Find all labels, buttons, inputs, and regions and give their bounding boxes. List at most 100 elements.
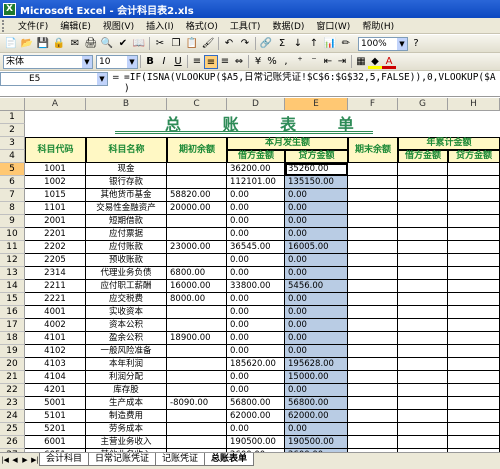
borders-icon[interactable]: ▦ bbox=[354, 55, 368, 69]
cell-opening[interactable] bbox=[167, 358, 227, 371]
cell-name[interactable]: 银行存款 bbox=[86, 176, 167, 189]
cell-opening[interactable] bbox=[167, 215, 227, 228]
cell-ytd-credit[interactable] bbox=[448, 306, 500, 319]
bold-button[interactable]: B bbox=[143, 55, 157, 69]
row-header[interactable]: 6 bbox=[0, 176, 25, 189]
row-header[interactable]: 2 bbox=[0, 124, 25, 137]
menu-format[interactable]: 格式(O) bbox=[180, 19, 224, 32]
cell-closing[interactable] bbox=[348, 267, 398, 280]
sheet-tab-daily-vouchers[interactable]: 日常记账凭证 bbox=[88, 453, 157, 466]
comma-icon[interactable]: , bbox=[279, 55, 293, 69]
cell-credit[interactable]: 16005.00 bbox=[285, 241, 348, 254]
cell-debit[interactable]: 56800.00 bbox=[227, 397, 285, 410]
cell-ytd-credit[interactable] bbox=[448, 358, 500, 371]
column-header-c[interactable]: C bbox=[167, 98, 227, 111]
cell-code[interactable]: 5001 bbox=[25, 397, 86, 410]
copy-icon[interactable]: ❐ bbox=[169, 37, 183, 51]
redo-icon[interactable]: ↷ bbox=[238, 37, 252, 51]
cell-ytd-credit[interactable] bbox=[448, 423, 500, 436]
cell-debit[interactable]: 36200.00 bbox=[227, 163, 285, 176]
cell-ytd-debit[interactable] bbox=[398, 189, 448, 202]
cell-debit[interactable]: 0.00 bbox=[227, 306, 285, 319]
align-left-icon[interactable]: ≡ bbox=[190, 55, 204, 69]
cell-debit[interactable]: 62000.00 bbox=[227, 410, 285, 423]
cell-opening[interactable] bbox=[167, 228, 227, 241]
cell-debit[interactable]: 36545.00 bbox=[227, 241, 285, 254]
cell-name[interactable]: 交易性金融资产 bbox=[86, 202, 167, 215]
paste-icon[interactable]: 📋 bbox=[185, 37, 199, 51]
row-header[interactable]: 8 bbox=[0, 202, 25, 215]
cell-opening[interactable] bbox=[167, 384, 227, 397]
cell-closing[interactable] bbox=[348, 436, 398, 449]
cell-closing[interactable] bbox=[348, 319, 398, 332]
cell-ytd-debit[interactable] bbox=[398, 254, 448, 267]
cell-opening[interactable] bbox=[167, 436, 227, 449]
cell-name[interactable]: 短期借款 bbox=[86, 215, 167, 228]
cell-ytd-credit[interactable] bbox=[448, 332, 500, 345]
cell-closing[interactable] bbox=[348, 410, 398, 423]
cell-code[interactable]: 2221 bbox=[25, 293, 86, 306]
cell-ytd-credit[interactable] bbox=[448, 410, 500, 423]
cell-ytd-debit[interactable] bbox=[398, 293, 448, 306]
cell-name[interactable]: 生产成本 bbox=[86, 397, 167, 410]
font-color-icon[interactable]: A bbox=[382, 55, 396, 69]
cell-credit[interactable]: 195628.00 bbox=[285, 358, 348, 371]
cell-code[interactable]: 2205 bbox=[25, 254, 86, 267]
print-icon[interactable]: 🖨 bbox=[84, 37, 98, 51]
cell-closing[interactable] bbox=[348, 163, 398, 176]
cell-credit[interactable]: 56800.00 bbox=[285, 397, 348, 410]
cell-closing[interactable] bbox=[348, 241, 398, 254]
cell-name[interactable]: 应交税费 bbox=[86, 293, 167, 306]
cell-credit[interactable]: 0.00 bbox=[285, 267, 348, 280]
cell-name[interactable]: 实收资本 bbox=[86, 306, 167, 319]
permission-icon[interactable]: 🔒 bbox=[52, 37, 66, 51]
row-header[interactable]: 5 bbox=[0, 163, 25, 176]
row-header[interactable]: 19 bbox=[0, 345, 25, 358]
cell-ytd-credit[interactable] bbox=[448, 228, 500, 241]
cell-credit[interactable]: 0.00 bbox=[285, 345, 348, 358]
preview-icon[interactable]: 🔍 bbox=[100, 37, 114, 51]
cell-debit[interactable]: 0.00 bbox=[227, 293, 285, 306]
spelling-icon[interactable]: ✔ bbox=[116, 37, 130, 51]
cell-ytd-debit[interactable] bbox=[398, 397, 448, 410]
sort-descending-icon[interactable]: ↑ bbox=[307, 37, 321, 51]
cell-debit[interactable]: 0.00 bbox=[227, 215, 285, 228]
row-header[interactable]: 23 bbox=[0, 397, 25, 410]
cell-debit[interactable]: 0.00 bbox=[227, 228, 285, 241]
cell-ytd-debit[interactable] bbox=[398, 410, 448, 423]
cell-debit[interactable]: 0.00 bbox=[227, 319, 285, 332]
cell-opening[interactable] bbox=[167, 254, 227, 267]
cell-closing[interactable] bbox=[348, 189, 398, 202]
row-header[interactable]: 17 bbox=[0, 319, 25, 332]
cell-name[interactable]: 盈余公积 bbox=[86, 332, 167, 345]
cell-ytd-debit[interactable] bbox=[398, 345, 448, 358]
currency-icon[interactable]: ¥ bbox=[251, 55, 265, 69]
cell-opening[interactable] bbox=[167, 176, 227, 189]
cell-name[interactable]: 其他货币基金 bbox=[86, 189, 167, 202]
hyperlink-icon[interactable]: 🔗 bbox=[259, 37, 273, 51]
cell-debit[interactable]: 0.00 bbox=[227, 267, 285, 280]
cell-ytd-debit[interactable] bbox=[398, 267, 448, 280]
row-header[interactable]: 7 bbox=[0, 189, 25, 202]
cell-ytd-debit[interactable] bbox=[398, 215, 448, 228]
cell-closing[interactable] bbox=[348, 280, 398, 293]
cell-debit[interactable]: 0.00 bbox=[227, 384, 285, 397]
cell-ytd-debit[interactable] bbox=[398, 280, 448, 293]
cell-debit[interactable]: 0.00 bbox=[227, 189, 285, 202]
cell-code[interactable]: 1002 bbox=[25, 176, 86, 189]
research-icon[interactable]: 📖 bbox=[132, 37, 146, 51]
drawing-icon[interactable]: ✏ bbox=[339, 37, 353, 51]
cell-code[interactable]: 4104 bbox=[25, 371, 86, 384]
cell-closing[interactable] bbox=[348, 215, 398, 228]
row-header[interactable]: 16 bbox=[0, 306, 25, 319]
cell-debit[interactable]: 0.00 bbox=[227, 254, 285, 267]
cell-credit[interactable]: 0.00 bbox=[285, 332, 348, 345]
cell-closing[interactable] bbox=[348, 371, 398, 384]
autosum-icon[interactable]: Σ bbox=[275, 37, 289, 51]
chart-wizard-icon[interactable]: 📊 bbox=[323, 37, 337, 51]
cell-name[interactable]: 应付账款 bbox=[86, 241, 167, 254]
cell-credit[interactable]: 0.00 bbox=[285, 202, 348, 215]
fx-icon[interactable]: = bbox=[112, 73, 120, 83]
cell-opening[interactable] bbox=[167, 371, 227, 384]
undo-icon[interactable]: ↶ bbox=[222, 37, 236, 51]
